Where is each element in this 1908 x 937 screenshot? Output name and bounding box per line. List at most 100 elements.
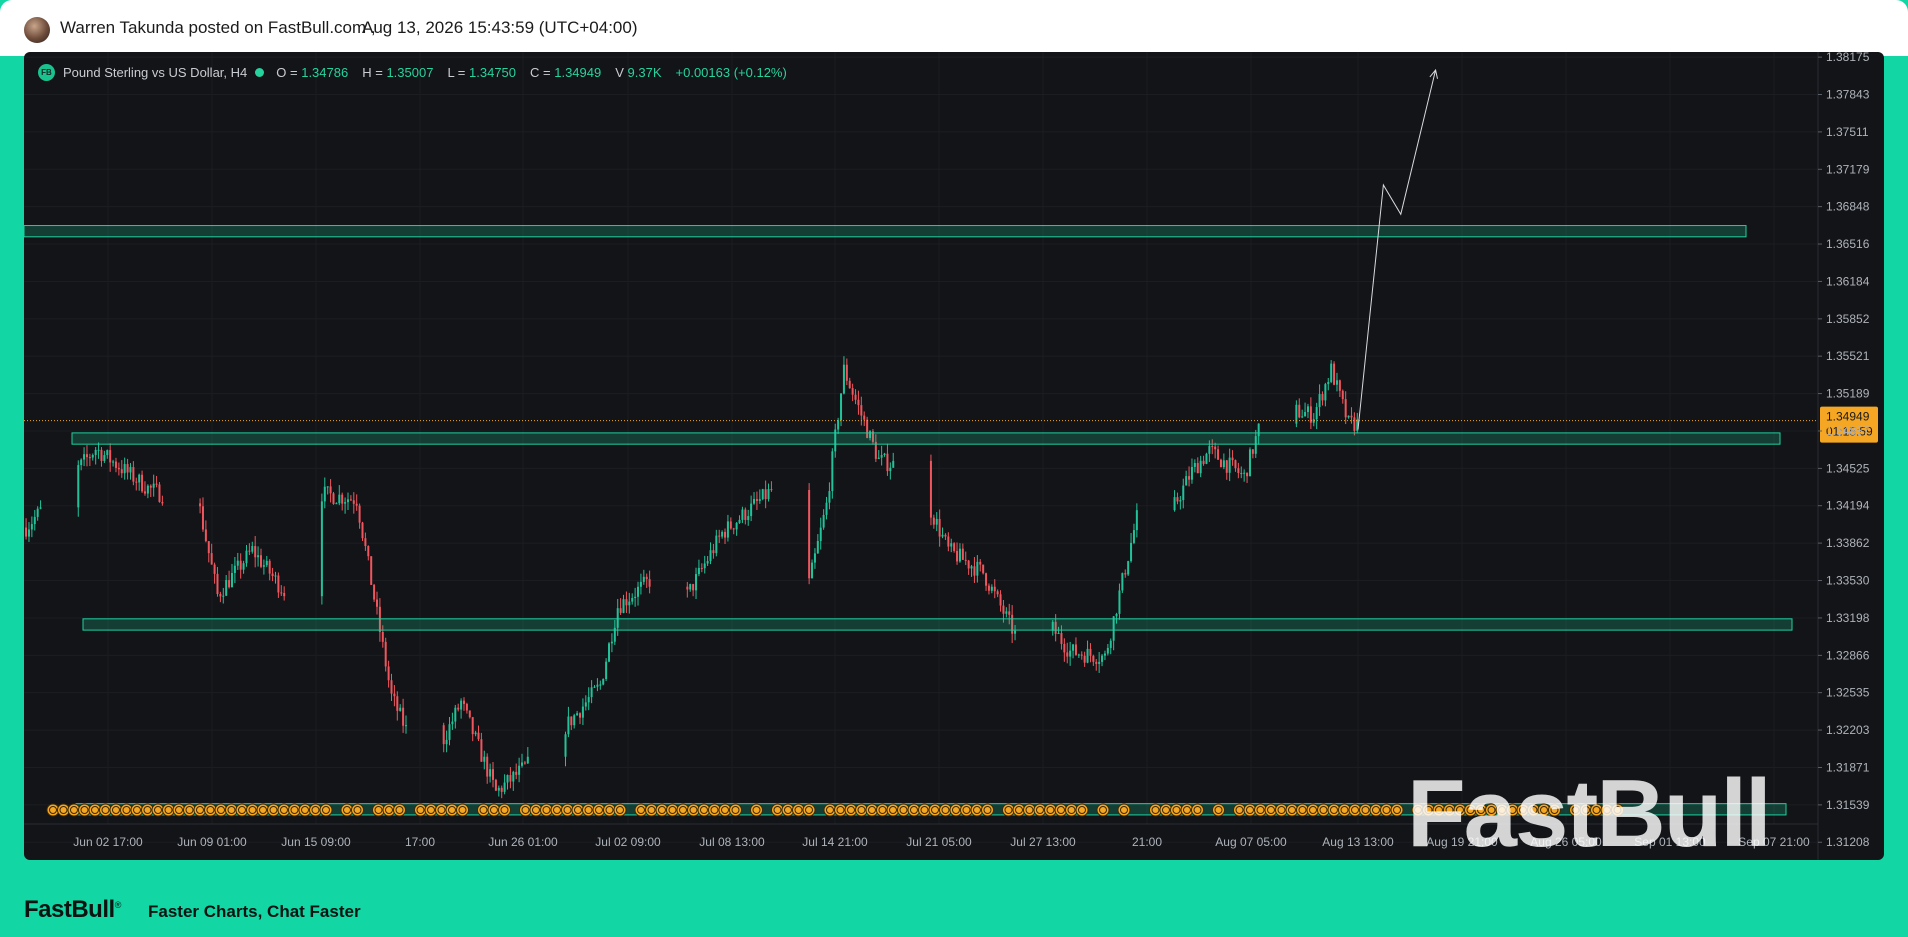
candle-down[interactable] <box>216 573 219 594</box>
candle-up[interactable] <box>889 467 892 472</box>
candle-up[interactable] <box>521 762 524 766</box>
candle-down[interactable] <box>364 538 367 547</box>
candle-up[interactable] <box>976 561 979 576</box>
candle-down[interactable] <box>1066 652 1069 657</box>
candle-up[interactable] <box>1228 457 1231 473</box>
candle-up[interactable] <box>822 514 825 528</box>
candle-up[interactable] <box>599 684 602 686</box>
candle-down[interactable] <box>770 489 773 491</box>
candle-down[interactable] <box>155 483 158 485</box>
candle-up[interactable] <box>892 460 895 468</box>
candle-down[interactable] <box>390 680 393 694</box>
candle-up[interactable] <box>935 518 938 525</box>
candle-down[interactable] <box>619 608 622 613</box>
economic-event-icon[interactable] <box>1191 803 1204 817</box>
candle-up[interactable] <box>709 550 712 562</box>
candle-down[interactable] <box>1237 468 1240 474</box>
candle-down[interactable] <box>161 501 164 504</box>
candle-down[interactable] <box>228 580 231 588</box>
candle-up[interactable] <box>526 756 529 764</box>
candle-down[interactable] <box>645 576 648 580</box>
candle-down[interactable] <box>109 450 112 463</box>
candle-up[interactable] <box>265 560 268 566</box>
candle-down[interactable] <box>523 762 526 764</box>
candle-up[interactable] <box>639 581 642 587</box>
candle-down[interactable] <box>929 460 932 518</box>
candle-down[interactable] <box>732 528 735 530</box>
candle-down[interactable] <box>120 469 123 474</box>
candle-down[interactable] <box>248 550 251 552</box>
candle-down[interactable] <box>860 405 863 416</box>
candle-up[interactable] <box>576 713 579 716</box>
candle-down[interactable] <box>1083 655 1086 663</box>
candle-up[interactable] <box>1101 655 1104 662</box>
candle-down[interactable] <box>271 573 274 577</box>
candle-up[interactable] <box>230 573 233 588</box>
candle-down[interactable] <box>987 585 990 591</box>
economic-event-icon[interactable] <box>393 803 406 817</box>
support-zone[interactable] <box>82 618 1793 631</box>
candle-down[interactable] <box>135 481 138 483</box>
candle-up[interactable] <box>91 454 94 458</box>
candle-up[interactable] <box>1193 462 1196 467</box>
candle-up[interactable] <box>767 489 770 500</box>
candle-down[interactable] <box>465 703 468 711</box>
candle-down[interactable] <box>509 775 512 782</box>
symbol-title[interactable]: Pound Sterling vs US Dollar, H4 <box>63 65 247 80</box>
candle-up[interactable] <box>761 489 764 500</box>
candle-up[interactable] <box>697 567 700 575</box>
candle-down[interactable] <box>494 779 497 791</box>
candle-down[interactable] <box>207 541 210 554</box>
candle-down[interactable] <box>967 560 970 569</box>
candle-down[interactable] <box>1008 611 1011 615</box>
candle-up[interactable] <box>831 451 834 492</box>
candle-up[interactable] <box>753 499 756 504</box>
candle-down[interactable] <box>375 599 378 607</box>
candle-up[interactable] <box>642 576 645 582</box>
candle-down[interactable] <box>764 489 767 500</box>
economic-event-icon[interactable] <box>1117 803 1131 817</box>
candle-down[interactable] <box>1074 644 1077 655</box>
candle-down[interactable] <box>402 707 405 726</box>
candle-up[interactable] <box>1248 449 1251 477</box>
candle-down[interactable] <box>396 696 399 711</box>
candle-up[interactable] <box>94 449 97 455</box>
candle-up[interactable] <box>39 507 42 509</box>
candle-up[interactable] <box>1179 500 1182 502</box>
candle-down[interactable] <box>712 550 715 554</box>
candle-down[interactable] <box>686 586 689 590</box>
candle-down[interactable] <box>1353 417 1356 431</box>
candle-down[interactable] <box>845 364 848 381</box>
candle-down[interactable] <box>1214 446 1217 450</box>
candle-up[interactable] <box>1103 653 1106 656</box>
candle-up[interactable] <box>605 661 608 679</box>
candle-down[interactable] <box>863 415 866 420</box>
candle-down[interactable] <box>1202 460 1205 464</box>
candle-down[interactable] <box>724 531 727 538</box>
candle-down[interactable] <box>996 591 999 595</box>
candle-down[interactable] <box>158 484 161 502</box>
candle-down[interactable] <box>1341 390 1344 400</box>
candle-down[interactable] <box>25 527 28 537</box>
candle-up[interactable] <box>706 561 709 564</box>
candle-down[interactable] <box>477 732 480 740</box>
candle-down[interactable] <box>126 464 129 473</box>
candle-up[interactable] <box>1327 381 1330 385</box>
candle-up[interactable] <box>1069 650 1072 657</box>
candle-up[interactable] <box>1182 485 1185 501</box>
candle-down[interactable] <box>1092 655 1095 662</box>
candle-up[interactable] <box>245 550 248 564</box>
candle-down[interactable] <box>149 485 152 488</box>
candle-up[interactable] <box>1324 384 1327 401</box>
candle-up[interactable] <box>950 543 953 547</box>
candle-up[interactable] <box>346 499 349 503</box>
candle-down[interactable] <box>953 543 956 551</box>
candle-down[interactable] <box>1298 404 1301 418</box>
candle-down[interactable] <box>1225 460 1228 473</box>
candle-down[interactable] <box>1321 394 1324 401</box>
candle-up[interactable] <box>573 715 576 726</box>
candle-up[interactable] <box>602 678 605 685</box>
candle-up[interactable] <box>750 503 753 517</box>
candle-up[interactable] <box>689 584 692 590</box>
candle-down[interactable] <box>1176 497 1179 502</box>
